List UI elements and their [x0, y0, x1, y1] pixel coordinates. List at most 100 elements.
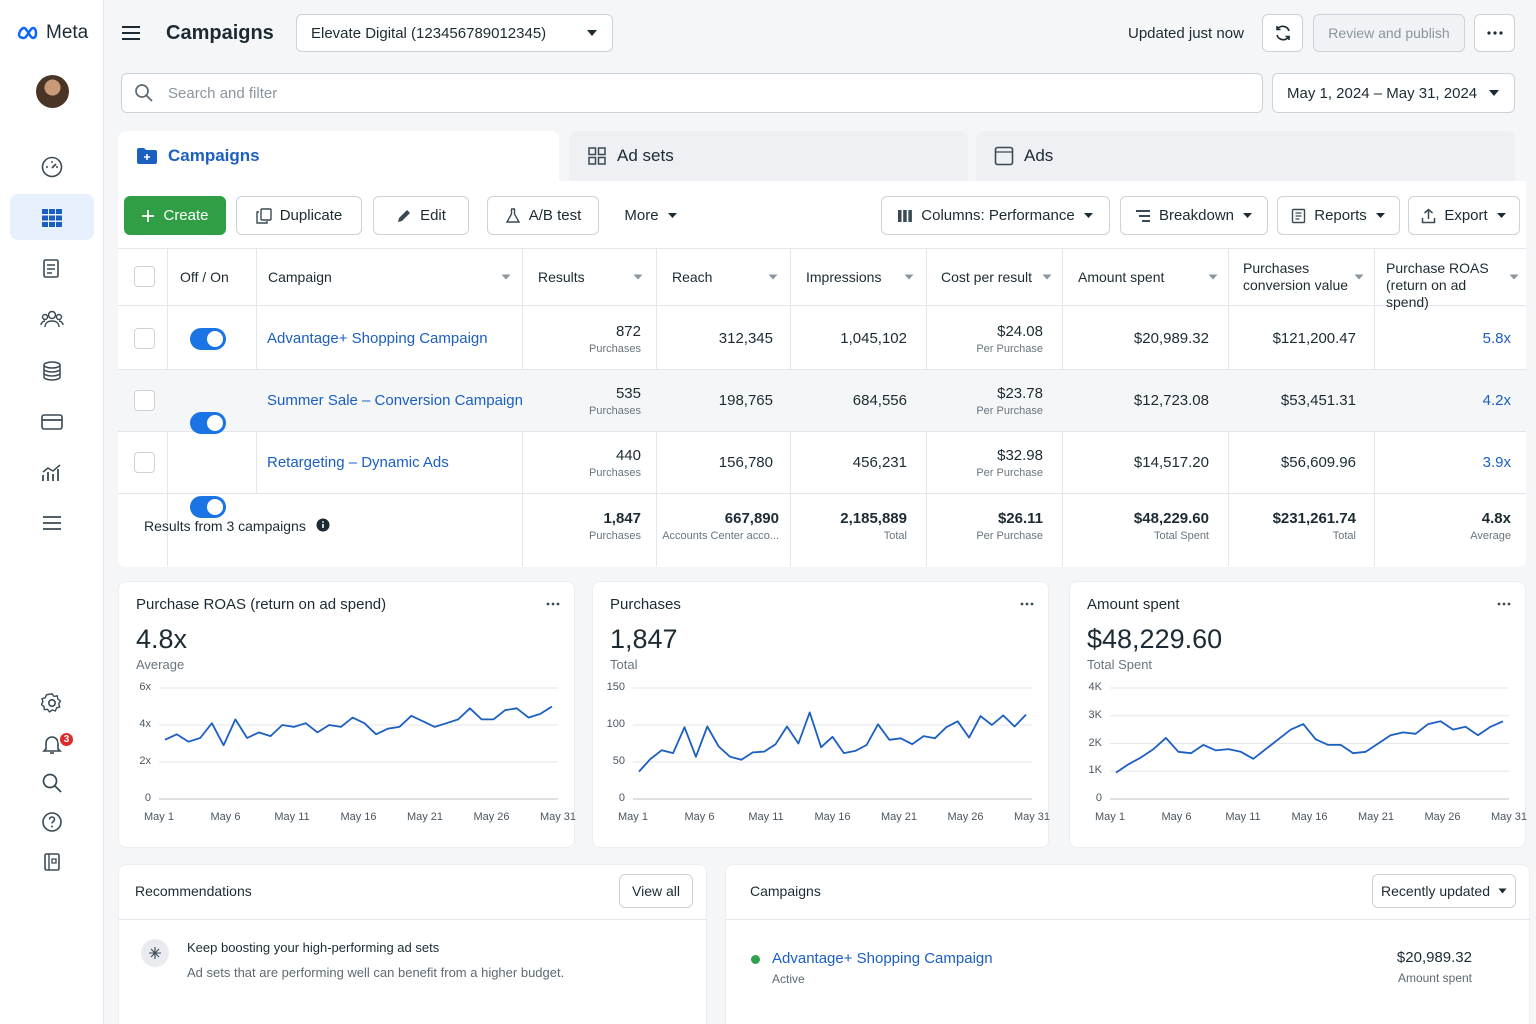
refresh-button[interactable] [1262, 14, 1303, 52]
cell-sublabel: Purchases [589, 405, 641, 417]
search-icon[interactable] [35, 766, 69, 800]
ad-account-selector[interactable]: Elevate Digital (123456789012345) [296, 14, 613, 52]
caret-down-icon [1083, 213, 1093, 218]
campaign-name-link[interactable]: Retargeting – Dynamic Ads [267, 454, 449, 471]
col-header-cost-per-result[interactable]: Cost per result [941, 269, 1032, 285]
reports-book-icon[interactable] [35, 845, 69, 879]
hamburger-menu-icon[interactable] [121, 24, 141, 42]
campaign-link[interactable]: Advantage+ Shopping Campaign [772, 950, 993, 967]
col-header-results[interactable]: Results [538, 269, 585, 285]
audience-people-icon[interactable] [35, 302, 69, 336]
cell-roas[interactable]: 4.2x [1483, 392, 1511, 409]
line-chart [633, 687, 1032, 800]
active-status-dot [751, 955, 760, 964]
col-header-toggle[interactable]: Off / On [180, 269, 229, 285]
settings-gear-icon[interactable] [35, 686, 69, 720]
ab-test-button[interactable]: A/B test [487, 196, 599, 235]
cell-sublabel: Purchases [589, 467, 641, 479]
cell-value: $56,609.96 [1280, 454, 1356, 471]
row-checkbox[interactable] [134, 390, 155, 411]
sort-caret-icon[interactable] [633, 274, 643, 280]
cell-roas[interactable]: 5.8x [1483, 330, 1511, 347]
col-header-roas[interactable]: Purchase ROAS (return on ad spend) [1386, 260, 1512, 311]
total-reach: 667,890 Accounts Center acco... [662, 510, 779, 542]
tab-ad-sets[interactable]: Ad sets [569, 131, 968, 181]
x-tick-label: May 26 [473, 811, 510, 823]
more-options-button[interactable] [1474, 14, 1515, 52]
select-all-checkbox[interactable] [134, 266, 155, 287]
y-tick-label: 4x [139, 718, 151, 730]
sort-caret-icon[interactable] [1354, 274, 1364, 280]
info-icon[interactable] [316, 518, 330, 532]
cell-value: 4.2x [1482, 392, 1511, 409]
dashboard-gauge-icon[interactable] [35, 150, 69, 184]
duplicate-icon [256, 207, 272, 224]
x-tick-label: May 6 [1161, 811, 1192, 823]
meta-logo[interactable]: Meta [16, 22, 88, 44]
campaign-name-link[interactable]: Advantage+ Shopping Campaign [267, 330, 488, 347]
create-button[interactable]: Create [124, 196, 226, 235]
breakdown-dropdown[interactable]: Breakdown [1120, 196, 1268, 235]
campaign-amount: $20,989.32 [1396, 949, 1472, 966]
x-tick-label: May 26 [1424, 811, 1461, 823]
cell-value: 456,231 [852, 454, 907, 471]
document-icon[interactable] [35, 252, 69, 286]
table-grid-icon[interactable] [35, 201, 69, 235]
avatar[interactable] [36, 75, 69, 108]
columns-dropdown[interactable]: Columns: Performance [881, 196, 1110, 235]
row-checkbox[interactable] [134, 452, 155, 473]
campaign-toggle[interactable] [190, 327, 226, 350]
analytics-chart-icon[interactable] [35, 455, 69, 489]
col-header-amount-spent[interactable]: Amount spent [1078, 269, 1164, 285]
sort-dropdown[interactable]: Recently updated [1372, 874, 1516, 908]
date-range-value: May 1, 2024 – May 31, 2024 [1287, 84, 1478, 102]
review-and-publish-button[interactable]: Review and publish [1313, 14, 1465, 52]
tab-ads[interactable]: Ads [976, 131, 1515, 181]
cell-pcv: $56,609.96 [1281, 454, 1356, 471]
date-range-picker[interactable]: May 1, 2024 – May 31, 2024 [1272, 73, 1515, 113]
sort-caret-icon[interactable] [1208, 274, 1218, 280]
cell-value: 535 [615, 385, 641, 402]
col-header-impressions[interactable]: Impressions [806, 269, 881, 285]
export-dropdown[interactable]: Export [1408, 196, 1520, 235]
y-tick-label: 0 [144, 792, 151, 804]
plus-icon [142, 209, 155, 222]
sort-caret-icon[interactable] [1042, 274, 1052, 280]
row-checkbox[interactable] [134, 327, 155, 349]
campaign-toggle[interactable] [190, 496, 226, 518]
help-question-icon[interactable] [35, 805, 69, 839]
total-sublabel: Accounts Center acco... [662, 530, 779, 542]
total-value: $26.11 [997, 510, 1043, 527]
billing-card-icon[interactable] [35, 405, 69, 439]
campaign-amount-label: Amount spent [1397, 971, 1472, 985]
all-tools-menu-icon[interactable] [35, 506, 69, 540]
sort-caret-icon[interactable] [904, 274, 914, 280]
campaign-name-link[interactable]: Summer Sale – Conversion Campaign [267, 392, 523, 409]
total-sublabel: Per Purchase [976, 530, 1043, 542]
cell-roas[interactable]: 3.9x [1483, 454, 1511, 471]
sort-caret-icon[interactable] [1509, 274, 1519, 280]
caret-down-icon [1496, 213, 1506, 218]
duplicate-label: Duplicate [279, 207, 343, 224]
columns-label: Columns: Performance [921, 207, 1075, 224]
duplicate-button[interactable]: Duplicate [236, 196, 362, 235]
col-header-purchase-value[interactable]: Purchases conversion value [1243, 260, 1353, 294]
grid-icon [588, 147, 606, 165]
sort-caret-icon[interactable] [501, 274, 511, 280]
cell-value: 5.8x [1482, 329, 1511, 347]
view-all-button[interactable]: View all [619, 874, 693, 908]
sort-caret-icon[interactable] [768, 274, 778, 280]
more-actions-dropdown[interactable]: More [613, 196, 689, 235]
ad-square-icon [994, 146, 1014, 166]
tab-campaigns[interactable]: Campaigns [118, 131, 559, 181]
metric-chart-card: Purchases 1,847 Total 0 50 100 150 May 1 May 6 Ma… [592, 581, 1050, 848]
database-stack-icon[interactable] [35, 354, 69, 388]
total-sublabel: Total [883, 530, 907, 542]
col-header-campaign[interactable]: Campaign [268, 269, 332, 285]
col-header-reach[interactable]: Reach [672, 269, 712, 285]
reports-dropdown[interactable]: Reports [1277, 196, 1400, 235]
search-filter-bar[interactable]: Search and filter [121, 73, 1263, 113]
campaign-toggle[interactable] [190, 412, 226, 434]
recommendation-title[interactable]: Keep boosting your high-performing ad se… [187, 940, 439, 955]
edit-button[interactable]: Edit [373, 196, 469, 235]
